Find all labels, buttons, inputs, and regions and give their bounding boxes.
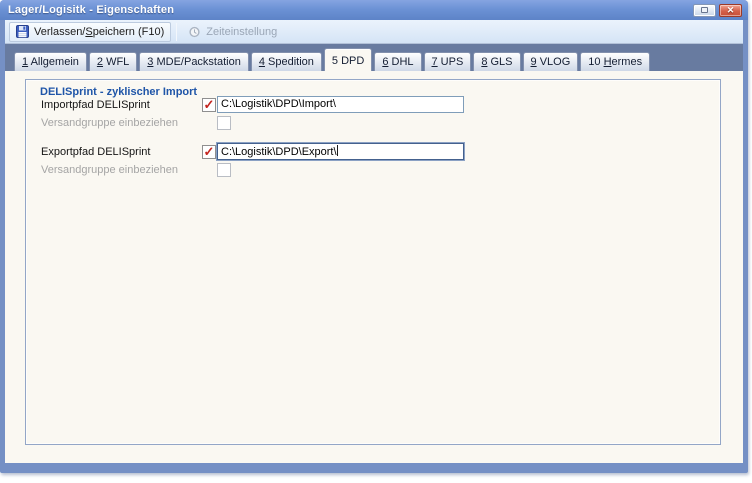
importpfad-row: Importpfad DELISprint ✓ C:\Logistik\DPD\… xyxy=(41,96,464,113)
desktop: Lager/Logisitk - Eigenschaften ✕ xyxy=(0,0,752,483)
maximize-button[interactable] xyxy=(693,4,716,17)
versandgruppe-export-checkbox[interactable] xyxy=(217,163,231,177)
app-window: Lager/Logisitk - Eigenschaften ✕ xyxy=(0,0,748,473)
tab-page-dpd: DELISprint - zyklischer Import Importpfa… xyxy=(5,71,743,463)
tab-mde-packstation[interactable]: 3 MDE/Packstation xyxy=(139,52,249,71)
tab-ups[interactable]: 7 UPS xyxy=(424,52,472,71)
dpd-settings-panel: DELISprint - zyklischer Import Importpfa… xyxy=(25,79,721,445)
importpfad-label: Importpfad DELISprint xyxy=(41,99,202,111)
exportpfad-input[interactable]: C:\Logistik\DPD\Export\ xyxy=(217,143,464,160)
exportpfad-checkbox[interactable]: ✓ xyxy=(202,145,216,159)
title-bar[interactable]: Lager/Logisitk - Eigenschaften ✕ xyxy=(0,0,748,20)
close-button[interactable]: ✕ xyxy=(719,4,742,17)
window-title: Lager/Logisitk - Eigenschaften xyxy=(8,4,693,16)
toolbar-separator xyxy=(176,23,177,41)
time-settings-button[interactable]: Zeiteinstellung xyxy=(182,22,284,42)
versandgruppe-import-checkbox[interactable] xyxy=(217,116,231,130)
importpfad-value: C:\Logistik\DPD\Import\ xyxy=(221,98,336,110)
exportpfad-value: C:\Logistik\DPD\Export\ xyxy=(221,146,337,158)
toolbar: Verlassen/Speichern (F10) Zeiteinstellun… xyxy=(5,20,743,44)
save-icon xyxy=(16,25,29,38)
maximize-icon xyxy=(701,7,708,13)
tab-hermes[interactable]: 10 Hermes xyxy=(580,52,650,71)
versandgruppe-import-row: Versandgruppe einbeziehen xyxy=(41,114,231,131)
close-icon: ✕ xyxy=(727,6,735,15)
tab-gls[interactable]: 8 GLS xyxy=(473,52,520,71)
text-caret xyxy=(337,145,338,156)
tab-vlog[interactable]: 9 VLOG xyxy=(523,52,579,71)
versandgruppe-export-label: Versandgruppe einbeziehen xyxy=(41,164,202,176)
exportpfad-row: Exportpfad DELISprint ✓ C:\Logistik\DPD\… xyxy=(41,143,464,160)
window-controls: ✕ xyxy=(693,4,742,17)
window-body: Verlassen/Speichern (F10) Zeiteinstellun… xyxy=(5,20,743,463)
tab-wfl[interactable]: 2 WFL xyxy=(89,52,137,71)
tab-strip: 1 Allgemein 2 WFL 3 MDE/Packstation 4 Sp… xyxy=(5,44,743,71)
clock-icon xyxy=(189,26,201,38)
tab-dhl[interactable]: 6 DHL xyxy=(374,52,421,71)
time-settings-label: Zeiteinstellung xyxy=(206,26,277,38)
tab-allgemein[interactable]: 1 Allgemein xyxy=(14,52,87,71)
versandgruppe-export-row: Versandgruppe einbeziehen xyxy=(41,161,231,178)
exportpfad-label: Exportpfad DELISprint xyxy=(41,146,202,158)
save-exit-button[interactable]: Verlassen/Speichern (F10) xyxy=(9,22,171,42)
save-exit-label: Verlassen/Speichern (F10) xyxy=(34,26,164,38)
importpfad-checkbox[interactable]: ✓ xyxy=(202,98,216,112)
tab-dpd[interactable]: 5 DPD xyxy=(324,48,372,71)
tab-spedition[interactable]: 4 Spedition xyxy=(251,52,322,71)
importpfad-input[interactable]: C:\Logistik\DPD\Import\ xyxy=(217,96,464,113)
versandgruppe-import-label: Versandgruppe einbeziehen xyxy=(41,117,202,129)
